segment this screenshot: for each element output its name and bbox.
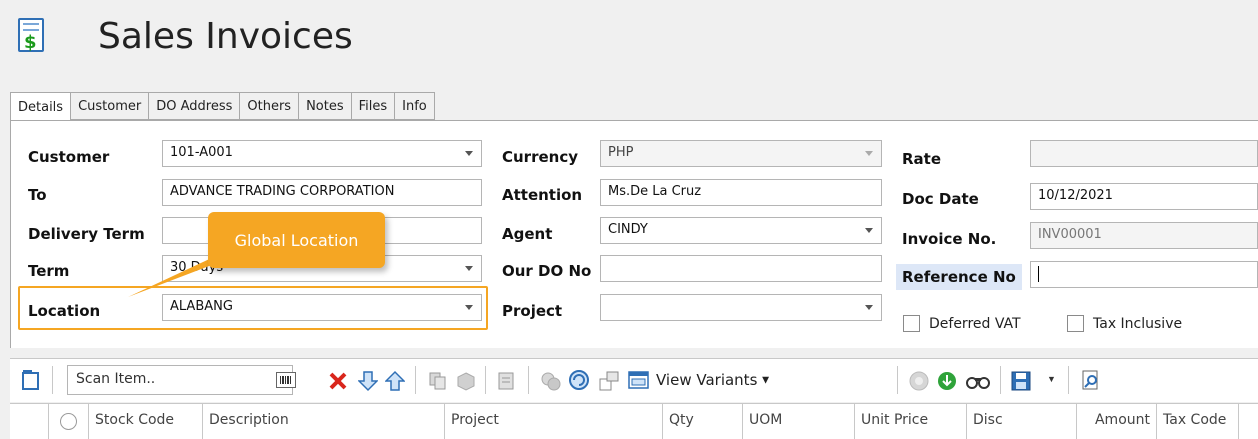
chevron-down-icon[interactable] [865,228,873,233]
unlink-icon[interactable] [598,370,620,392]
tab-notes[interactable]: Notes [299,92,352,120]
project-select[interactable] [600,294,882,321]
column-unit-price[interactable]: Unit Price [854,403,966,439]
column-description[interactable]: Description [202,403,444,439]
invoice-no-label: Invoice No. [902,230,997,248]
package-icon[interactable] [456,371,476,391]
customer-select[interactable]: 101-A001 [162,140,482,167]
to-label: To [28,186,47,204]
list-item-icon[interactable] [497,371,517,391]
move-down-icon[interactable] [358,370,378,392]
customer-value: 101-A001 [170,145,233,160]
chevron-down-icon[interactable] [465,266,473,271]
binoculars-icon[interactable] [966,372,990,390]
tax-inclusive-checkbox[interactable]: Tax Inclusive [1067,315,1182,332]
agent-label: Agent [502,225,553,243]
select-all-radio[interactable] [60,413,77,430]
currency-exchange-icon[interactable] [540,370,562,392]
move-up-icon[interactable] [385,370,405,392]
toolbar-separator [52,366,53,394]
attention-field[interactable]: Ms.De La Cruz [600,179,882,206]
attention-value: Ms.De La Cruz [608,184,702,199]
attention-label: Attention [502,186,583,204]
save-options-caret-icon[interactable]: ▼ [1047,374,1056,384]
column-amount[interactable]: Amount [1076,403,1156,439]
tab-info[interactable]: Info [395,92,435,120]
chevron-down-icon[interactable] [465,151,473,156]
invoice-no-value: INV00001 [1038,227,1102,242]
location-highlight-box [18,286,488,330]
preview-icon[interactable] [1080,369,1102,391]
rate-field[interactable] [1030,140,1258,167]
invoice-no-field[interactable]: INV00001 [1030,222,1258,249]
doc-date-value: 10/12/2021 [1038,188,1113,203]
toolbar-separator [415,366,416,394]
rate-label: Rate [902,150,942,168]
scan-item-input[interactable]: Scan Item.. [67,365,293,395]
global-location-callout: Global Location [208,212,385,268]
column-uom[interactable]: UOM [742,403,854,439]
agent-value: CINDY [608,222,648,237]
view-variants-button[interactable]: View Variants ▼ [656,371,769,389]
deferred-vat-label: Deferred VAT [929,315,1021,332]
doc-date-label: Doc Date [902,190,979,208]
circle-up-icon[interactable] [908,370,930,392]
chevron-down-icon[interactable] [865,151,873,156]
checkbox-icon[interactable] [1067,315,1084,332]
column-qty[interactable]: Qty [662,403,742,439]
currency-value: PHP [608,145,634,160]
copy-item-icon[interactable] [428,371,448,391]
to-field[interactable]: ADVANCE TRADING CORPORATION [162,179,482,206]
agent-select[interactable]: CINDY [600,217,882,244]
view-variants-icon[interactable] [628,370,650,390]
tab-strip: Details Customer DO Address Others Notes… [10,92,435,122]
our-do-no-field[interactable] [600,255,882,282]
sales-invoice-icon: $ [18,18,44,53]
tab-do-address[interactable]: DO Address [149,92,241,120]
to-value: ADVANCE TRADING CORPORATION [170,184,395,199]
column-stock-code[interactable]: Stock Code [88,403,202,439]
deferred-vat-checkbox[interactable]: Deferred VAT [903,315,1021,332]
scan-item-placeholder: Scan Item.. [76,371,156,387]
customer-label: Customer [28,148,110,166]
toolbar-separator [897,366,898,394]
toolbar-separator [485,366,486,394]
term-label: Term [28,262,70,280]
reference-no-label: Reference No [896,264,1022,290]
tab-others[interactable]: Others [240,92,300,120]
project-label: Project [502,302,563,320]
callout-text: Global Location [234,230,359,250]
tax-inclusive-label: Tax Inclusive [1093,315,1183,332]
caret-down-icon: ▼ [762,375,770,386]
toolbar-separator [528,366,529,394]
view-variants-label: View Variants [656,371,758,389]
new-item-icon[interactable] [22,369,40,391]
column-tax-code[interactable]: Tax Code [1156,403,1238,439]
refresh-icon[interactable] [568,369,590,391]
our-do-no-label: Our DO No [502,262,592,280]
title-bar: $ Sales Invoices [0,0,1258,82]
chevron-down-icon[interactable] [865,305,873,310]
text-caret [1038,266,1039,282]
currency-select[interactable]: PHP [600,140,882,167]
tab-details[interactable]: Details [10,92,72,122]
column-disc[interactable]: Disc [966,403,1076,439]
toolbar-separator [1000,366,1001,394]
download-icon[interactable] [936,370,958,392]
checkbox-icon[interactable] [903,315,920,332]
barcode-icon[interactable] [276,372,296,388]
tab-customer[interactable]: Customer [71,92,150,120]
page-title: Sales Invoices [98,16,353,57]
save-icon[interactable] [1010,370,1032,392]
column-project[interactable]: Project [444,403,662,439]
doc-date-field[interactable]: 10/12/2021 [1030,183,1258,210]
delivery-term-label: Delivery Term [28,225,145,243]
delete-icon[interactable] [328,371,348,391]
currency-label: Currency [502,148,579,166]
column-extra [1238,403,1258,439]
tab-files[interactable]: Files [351,92,396,120]
toolbar-separator [1068,366,1069,394]
reference-no-field[interactable] [1030,261,1258,288]
